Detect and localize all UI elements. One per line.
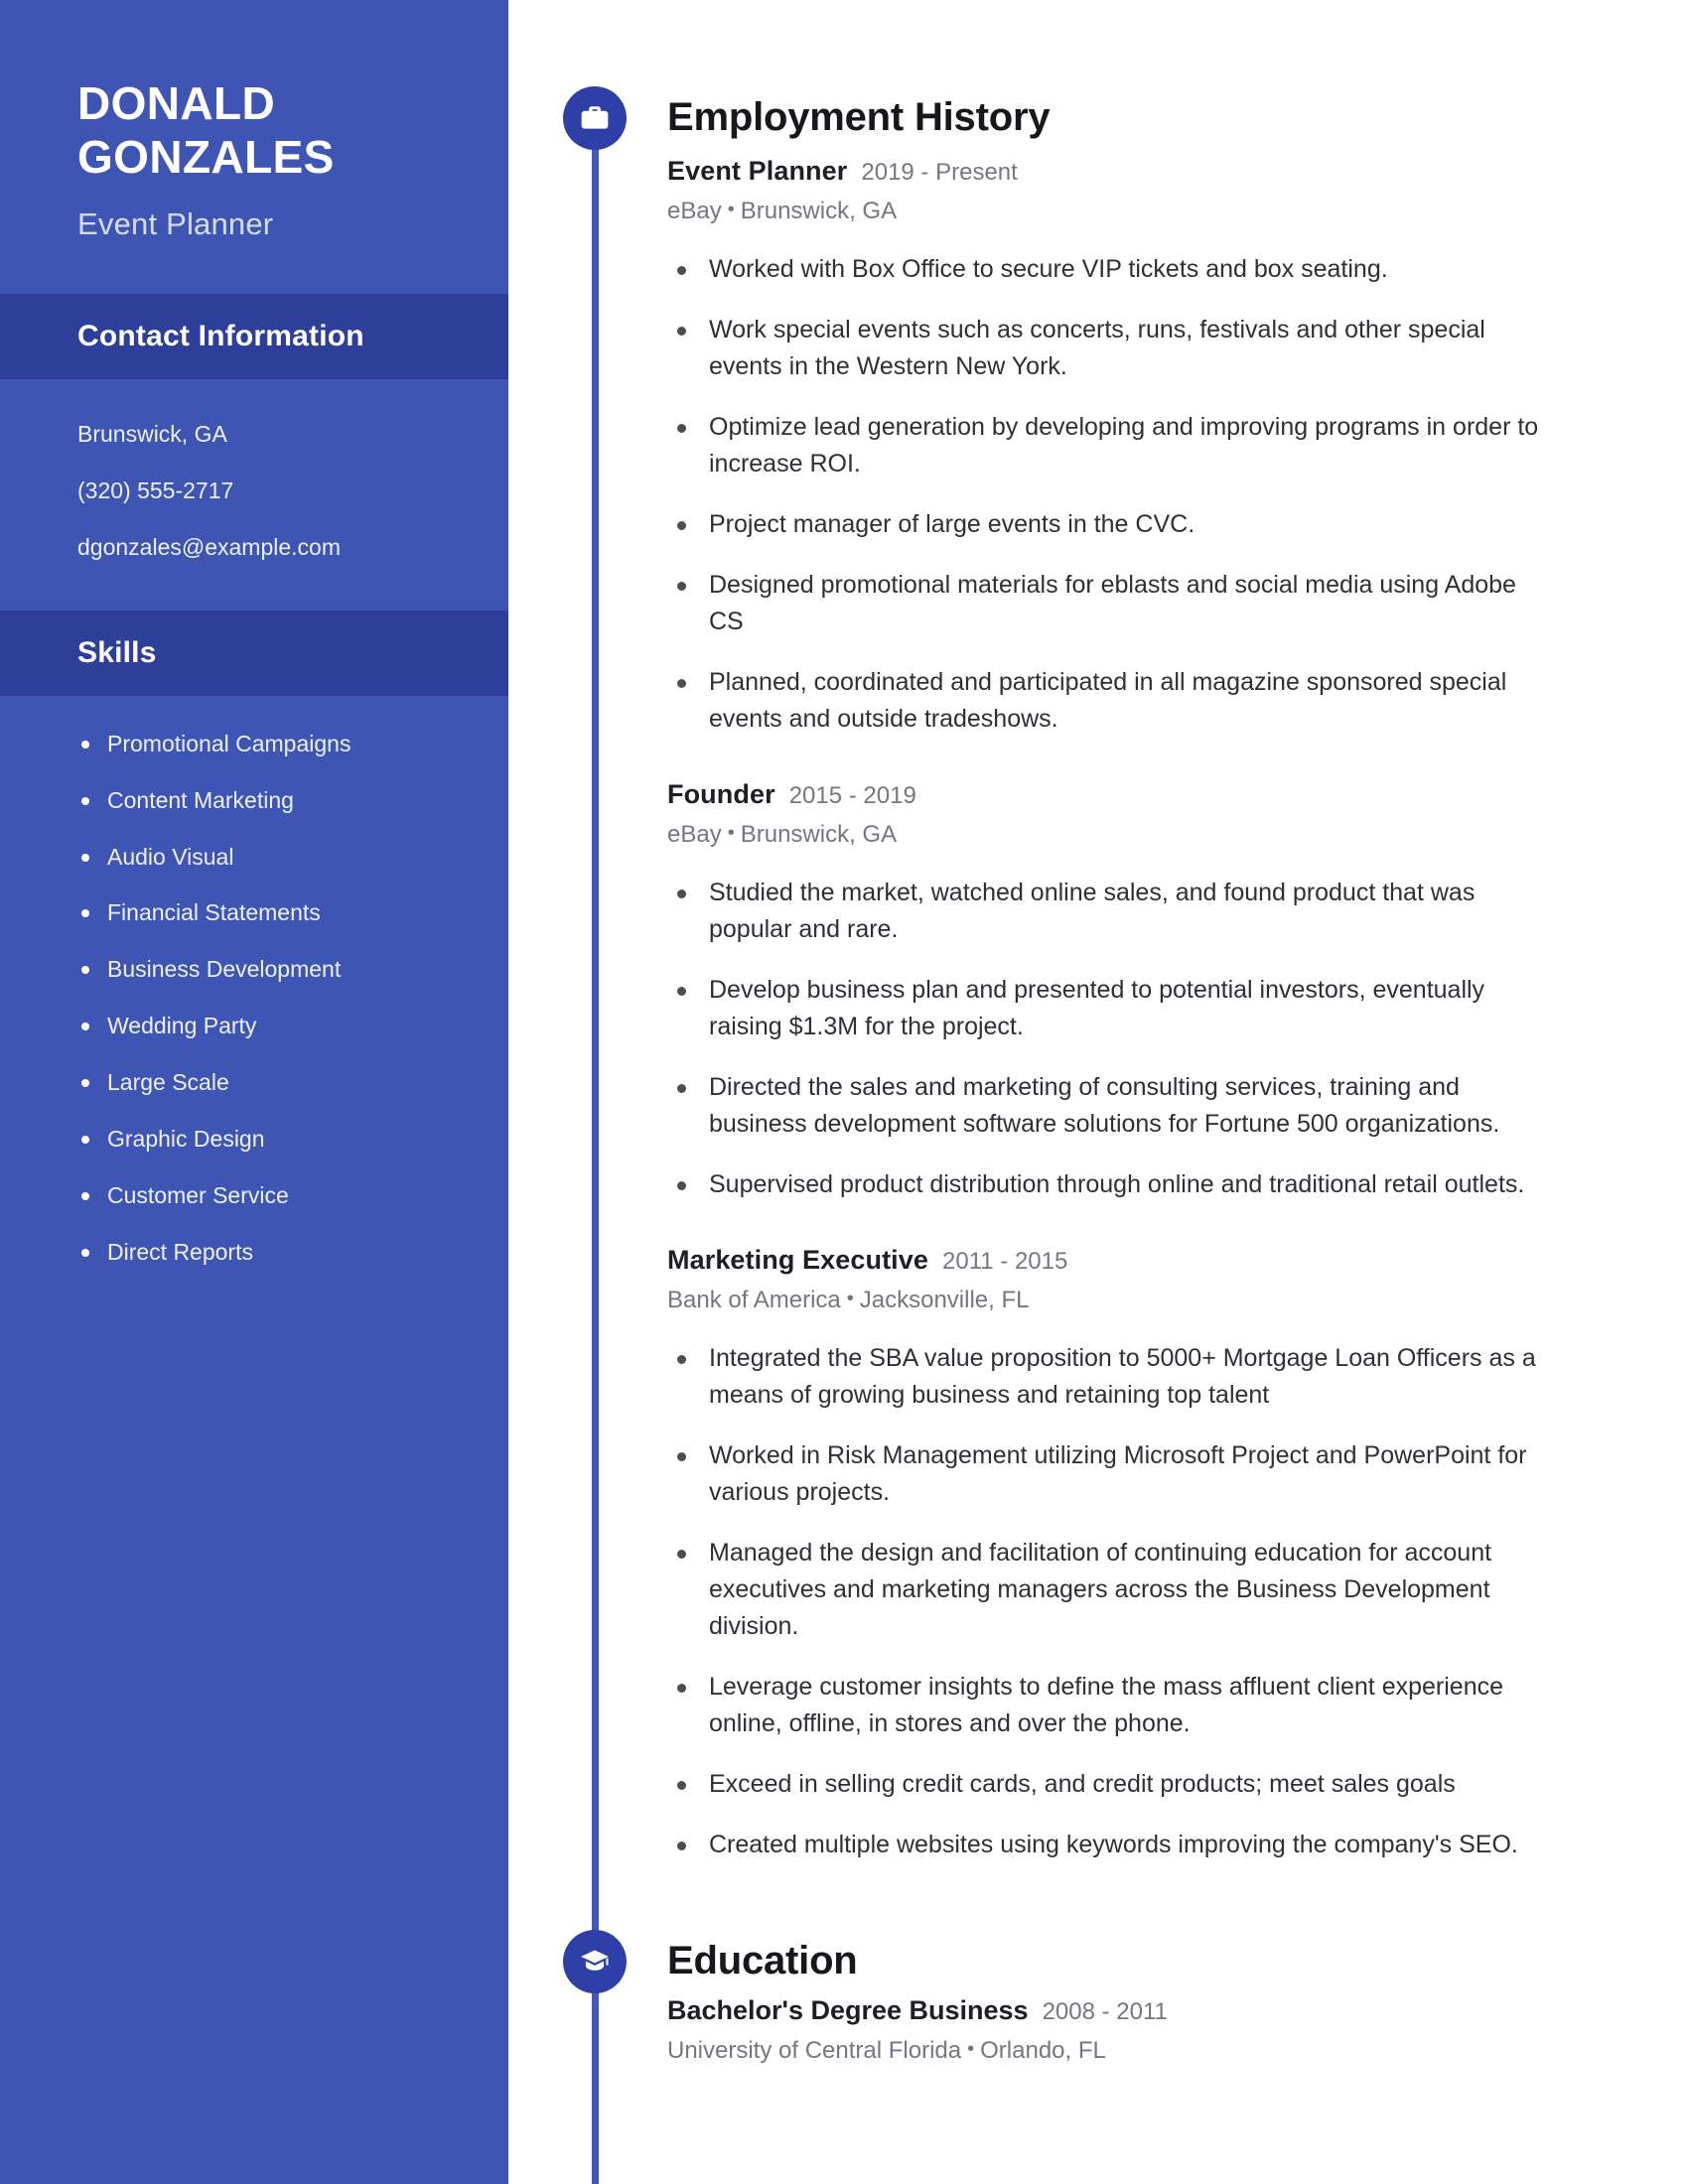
separator-dot: •: [727, 822, 735, 844]
job-location: Brunswick, GA: [740, 821, 898, 848]
briefcase-icon: [563, 85, 627, 150]
bullet-item: Integrated the SBA value proposition to …: [667, 1340, 1557, 1414]
job-location: Jacksonville, FL: [859, 1287, 1030, 1313]
skill-item: Business Development: [77, 955, 508, 985]
skills-heading: Skills: [77, 635, 157, 669]
skill-item: Promotional Campaigns: [77, 730, 508, 759]
job-dates: 2019 - Present: [861, 159, 1018, 186]
job-meta: eBay • Brunswick, GA: [667, 821, 1557, 849]
education-meta: University of Central Florida • Orlando, F…: [667, 2037, 1557, 2065]
skills-list: Promotional Campaigns Content Marketing …: [0, 696, 508, 1268]
job-entry: Marketing Executive 2011 - 2015 Bank of …: [667, 1245, 1557, 1863]
employment-section: Employment History Event Planner 2019 - …: [508, 0, 1688, 1863]
job-location: Brunswick, GA: [740, 198, 898, 224]
job-title: Event Planner: [667, 156, 848, 186]
skill-item: Large Scale: [77, 1068, 508, 1098]
bullet-item: Worked with Box Office to secure VIP tic…: [667, 251, 1557, 288]
job-bullets: Worked with Box Office to secure VIP tic…: [667, 251, 1557, 738]
school-location: Orlando, FL: [980, 2037, 1106, 2064]
education-body: Bachelor's Degree Business 2008 - 2011 U…: [667, 1995, 1688, 2065]
resume-page: DONALD GONZALES Event Planner Contact In…: [0, 0, 1688, 2184]
job-meta: Bank of America • Jacksonville, FL: [667, 1287, 1557, 1314]
employment-header: Employment History: [508, 85, 1688, 150]
bullet-item: Worked in Risk Management utilizing Micr…: [667, 1437, 1557, 1511]
employment-body: Event Planner 2019 - Present eBay • Brunsw…: [667, 156, 1688, 1863]
skill-item: Financial Statements: [77, 898, 508, 928]
sidebar: DONALD GONZALES Event Planner Contact In…: [0, 0, 508, 2184]
bullet-item: Planned, coordinated and participated in…: [667, 664, 1557, 738]
bullet-item: Directed the sales and marketing of cons…: [667, 1069, 1557, 1143]
main-content: Employment History Event Planner 2019 - …: [508, 0, 1688, 2184]
contact-list: Brunswick, GA (320) 555-2717 dgonzales@e…: [0, 379, 508, 611]
job-dates: 2015 - 2019: [788, 782, 916, 809]
skill-item: Audio Visual: [77, 843, 508, 873]
job-title: Marketing Executive: [667, 1245, 929, 1275]
job-title: Founder: [667, 779, 775, 809]
job-meta: eBay • Brunswick, GA: [667, 198, 1557, 225]
bullet-item: Exceed in selling credit cards, and cred…: [667, 1766, 1557, 1803]
separator-dot: •: [846, 1288, 854, 1309]
job-header: Marketing Executive 2011 - 2015: [667, 1245, 1557, 1276]
job-header: Event Planner 2019 - Present: [667, 156, 1557, 187]
skill-item: Direct Reports: [77, 1238, 508, 1268]
identity-block: DONALD GONZALES Event Planner: [0, 0, 508, 242]
job-company: Bank of America: [667, 1287, 841, 1313]
degree-dates: 2008 - 2011: [1042, 1998, 1168, 2025]
job-bullets: Integrated the SBA value proposition to …: [667, 1340, 1557, 1863]
skill-item: Graphic Design: [77, 1125, 508, 1155]
education-header: Education: [508, 1929, 1688, 1993]
job-company: eBay: [667, 198, 722, 224]
bullet-item: Develop business plan and presented to p…: [667, 972, 1557, 1045]
contact-phone[interactable]: (320) 555-2717: [77, 476, 508, 506]
education-title: Education: [667, 1939, 858, 1982]
candidate-role: Event Planner: [77, 205, 274, 241]
bullet-item: Optimize lead generation by developing a…: [667, 409, 1557, 482]
bullet-item: Leverage customer insights to define the…: [667, 1669, 1557, 1742]
graduation-cap-icon: [563, 1929, 627, 1993]
job-header: Founder 2015 - 2019: [667, 779, 1557, 810]
separator-dot: •: [967, 2038, 975, 2060]
job-bullets: Studied the market, watched online sales…: [667, 875, 1557, 1203]
separator-dot: •: [727, 199, 735, 220]
contact-email[interactable]: dgonzales@example.com: [77, 532, 508, 563]
skill-item: Customer Service: [77, 1181, 508, 1211]
job-entry: Founder 2015 - 2019 eBay • Brunswick, GA S…: [667, 779, 1557, 1203]
contact-section-header: Contact Information: [0, 293, 508, 379]
bullet-item: Work special events such as concerts, ru…: [667, 312, 1557, 385]
job-company: eBay: [667, 821, 722, 848]
bullet-item: Created multiple websites using keywords…: [667, 1827, 1557, 1863]
education-entry-header: Bachelor's Degree Business 2008 - 2011: [667, 1995, 1557, 2026]
contact-location: Brunswick, GA: [77, 420, 227, 447]
skills-section-header: Skills: [0, 610, 508, 696]
bullet-item: Studied the market, watched online sales…: [667, 875, 1557, 948]
education-entry: Bachelor's Degree Business 2008 - 2011 U…: [667, 1995, 1557, 2065]
employment-title: Employment History: [667, 95, 1051, 139]
skill-item: Wedding Party: [77, 1012, 508, 1041]
bullet-item: Project manager of large events in the C…: [667, 506, 1557, 543]
job-dates: 2011 - 2015: [942, 1248, 1068, 1275]
contact-heading: Contact Information: [77, 319, 364, 352]
skill-item: Content Marketing: [77, 786, 508, 816]
bullet-item: Managed the design and facilitation of c…: [667, 1535, 1557, 1645]
education-section: Education Bachelor's Degree Business 200…: [508, 1929, 1688, 2065]
bullet-item: Designed promotional materials for eblas…: [667, 567, 1557, 640]
degree-title: Bachelor's Degree Business: [667, 1995, 1029, 2025]
job-entry: Event Planner 2019 - Present eBay • Brunsw…: [667, 156, 1557, 738]
school-name: University of Central Florida: [667, 2037, 962, 2064]
bullet-item: Supervised product distribution through …: [667, 1166, 1557, 1203]
candidate-name: DONALD GONZALES: [77, 77, 335, 183]
